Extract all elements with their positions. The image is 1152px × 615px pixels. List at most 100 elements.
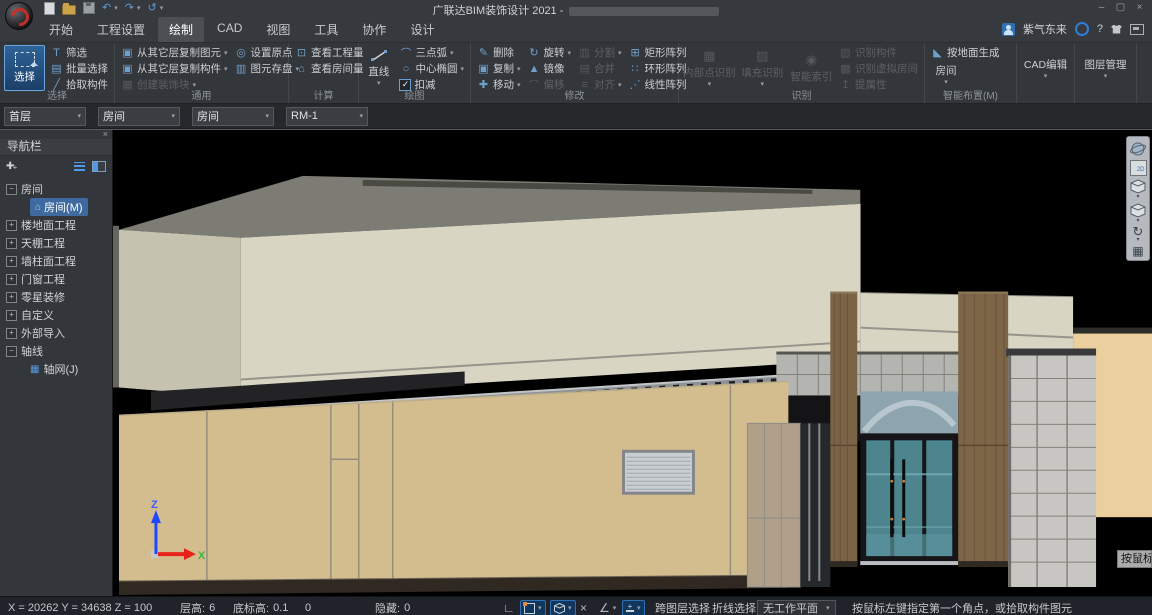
app-logo-icon[interactable] bbox=[5, 2, 33, 30]
nav-new-icon[interactable]: ✚₊ bbox=[6, 161, 16, 172]
tab-cad[interactable]: CAD bbox=[206, 17, 253, 42]
expand-icon[interactable]: + bbox=[6, 238, 17, 249]
help-button[interactable]: ? bbox=[1097, 23, 1103, 35]
rotate-button[interactable]: ↻旋转▾ bbox=[526, 45, 574, 60]
view-room-quantities-button[interactable]: ⌂查看房间量 bbox=[293, 61, 366, 76]
cad-edit-button[interactable]: CAD编辑▾ bbox=[1021, 57, 1070, 79]
floor-height-field: 层高:6 bbox=[180, 597, 215, 615]
work-plane-dropdown[interactable]: 无工作平面▾ bbox=[757, 600, 836, 615]
polyline-select-button[interactable]: 折线选择 bbox=[712, 597, 756, 615]
pick-component-button[interactable]: ╱拾取构件 bbox=[48, 77, 110, 92]
copy-elements-from-layer-button[interactable]: ▣从其它层复制图元▾ bbox=[119, 45, 230, 60]
copy-button[interactable]: ▣复制▾ bbox=[475, 61, 523, 76]
copy-components-from-layer-button[interactable]: ▣从其它层复制构件▾ bbox=[119, 61, 230, 76]
expand-icon[interactable]: + bbox=[6, 274, 17, 285]
line-button[interactable]: 直线 ▾ bbox=[363, 45, 394, 91]
3d-view-button[interactable]: ▾ bbox=[1130, 179, 1146, 200]
select-button[interactable]: 选择 bbox=[4, 45, 45, 91]
rotate-view-button[interactable]: ↻ ▾ bbox=[1133, 227, 1144, 243]
smart-index-icon: ◉ bbox=[806, 53, 817, 67]
copy-component-icon: ▣ bbox=[121, 62, 134, 75]
inner-point-recognize-button: ▦ 内部点识别▾ bbox=[683, 45, 736, 91]
tree-node-floor-works[interactable]: +楼地面工程 bbox=[0, 216, 112, 234]
bottom-elevation-field: 底标高:0.1 bbox=[233, 597, 288, 615]
delete-icon: ✎ bbox=[477, 46, 490, 59]
viewport-3d[interactable]: Z X 2D ▾ ▾ bbox=[113, 130, 1152, 596]
isometric-view-button[interactable]: ▾ bbox=[1130, 203, 1146, 224]
ortho-toggle[interactable]: ∟ bbox=[503, 597, 515, 615]
linear-array-icon: ⋰ bbox=[629, 78, 642, 91]
user-avatar-icon[interactable] bbox=[1002, 23, 1015, 36]
layer-manage-button[interactable]: 图层管理▾ bbox=[1079, 57, 1132, 79]
collapse-icon[interactable]: − bbox=[6, 346, 17, 357]
tab-project-settings[interactable]: 工程设置 bbox=[86, 17, 156, 42]
viewport-tooltip: 按鼠标 bbox=[1117, 550, 1152, 568]
group-label-select: 选择 bbox=[0, 91, 114, 103]
tab-start[interactable]: 开始 bbox=[38, 17, 84, 42]
workspace-icon[interactable] bbox=[1130, 24, 1144, 35]
door-handle bbox=[890, 459, 893, 537]
tree-node-wall-column-works[interactable]: +墙柱面工程 bbox=[0, 252, 112, 270]
type-selector[interactable]: 房间▾ bbox=[192, 107, 274, 126]
three-point-arc-button[interactable]: ⌒三点弧▾ bbox=[397, 45, 466, 60]
generate-by-floor-button[interactable]: ◣按地面生成 bbox=[929, 45, 1012, 60]
tree-node-door-window-works[interactable]: +门窗工程 bbox=[0, 270, 112, 288]
expand-icon[interactable]: + bbox=[6, 292, 17, 303]
expand-icon[interactable]: + bbox=[6, 310, 17, 321]
close-button[interactable]: × bbox=[1131, 1, 1148, 15]
view-mode-toggle[interactable]: ▾ bbox=[550, 600, 576, 615]
cross-icon: × bbox=[580, 601, 587, 615]
center-ellipse-button[interactable]: ○中心椭圆▾ bbox=[397, 61, 466, 76]
deduct-checkbox[interactable]: ✓ bbox=[399, 79, 411, 91]
polar-tracking-icon: + bbox=[626, 604, 634, 612]
nav-close-button[interactable]: × bbox=[103, 130, 108, 139]
angle-snap-toggle[interactable]: ∠▾ bbox=[595, 600, 620, 615]
tree-node-room-m[interactable]: ⌂房间(M) bbox=[0, 198, 112, 216]
tree-node-external-import[interactable]: +外部导入 bbox=[0, 324, 112, 342]
nav-panel-view-icon[interactable] bbox=[92, 161, 106, 172]
expand-icon[interactable]: + bbox=[6, 328, 17, 339]
expand-icon[interactable]: + bbox=[6, 256, 17, 267]
window-controls: – ▢ × bbox=[1093, 1, 1148, 15]
tree-node-grid[interactable]: ▦轴网(J) bbox=[0, 360, 112, 378]
username[interactable]: 紫气东来 bbox=[1023, 21, 1067, 37]
tree-node-axis[interactable]: −轴线 bbox=[0, 342, 112, 360]
chevron-down-icon: ▾ bbox=[359, 112, 363, 120]
tab-view[interactable]: 视图 bbox=[255, 17, 301, 42]
plan-view-button[interactable]: 2D bbox=[1130, 160, 1147, 176]
fill-recognize-icon: ▨ bbox=[756, 49, 768, 63]
snap-toggle[interactable]: × bbox=[580, 597, 587, 615]
filter-button[interactable]: T筛选 bbox=[48, 45, 110, 60]
floor-selector[interactable]: 首层▾ bbox=[4, 107, 86, 126]
tab-draw[interactable]: 绘制 bbox=[158, 17, 204, 42]
mirror-button[interactable]: ▲镜像 bbox=[526, 61, 574, 76]
minimize-button[interactable]: – bbox=[1093, 1, 1110, 15]
selection-window-toggle[interactable]: ▾ bbox=[520, 600, 546, 615]
polar-tracking-toggle[interactable]: +▾ bbox=[622, 600, 645, 615]
expand-icon[interactable]: + bbox=[6, 220, 17, 231]
category-selector[interactable]: 房间▾ bbox=[98, 107, 180, 126]
theme-skin-icon[interactable] bbox=[1111, 25, 1122, 34]
tree-node-misc-decor[interactable]: +零星装修 bbox=[0, 288, 112, 306]
collapse-icon[interactable]: − bbox=[6, 184, 17, 195]
delete-button[interactable]: ✎删除 bbox=[475, 45, 523, 60]
tab-design[interactable]: 设计 bbox=[399, 17, 445, 42]
nav-list-view-icon[interactable] bbox=[74, 162, 85, 171]
community-icon[interactable] bbox=[1075, 22, 1089, 36]
view-quantities-button[interactable]: ⊡查看工程量 bbox=[293, 45, 366, 60]
move-button[interactable]: ✚移动▾ bbox=[475, 77, 523, 92]
tree-node-custom[interactable]: +自定义 bbox=[0, 306, 112, 324]
orbit-button[interactable] bbox=[1130, 141, 1147, 157]
tree-node-room[interactable]: −房间 bbox=[0, 180, 112, 198]
cross-layer-select-button[interactable]: 跨图层选择 bbox=[655, 597, 710, 615]
room-layout-button[interactable]: 房间▾ bbox=[929, 63, 963, 85]
batch-select-button[interactable]: ▤批量选择 bbox=[48, 61, 110, 76]
tab-collaborate[interactable]: 协作 bbox=[351, 17, 397, 42]
maximize-button[interactable]: ▢ bbox=[1112, 1, 1129, 15]
calc-table-button[interactable]: ▦ bbox=[1132, 246, 1143, 256]
tab-tools[interactable]: 工具 bbox=[303, 17, 349, 42]
title-bar: ↶▾ ↷▾ ↺▾ 广联达BIM装饰设计 2021 - – ▢ × bbox=[0, 0, 1152, 16]
tree-node-ceiling-works[interactable]: +天棚工程 bbox=[0, 234, 112, 252]
house-icon: ⌂ bbox=[35, 202, 41, 213]
element-selector[interactable]: RM-1▾ bbox=[286, 107, 368, 126]
